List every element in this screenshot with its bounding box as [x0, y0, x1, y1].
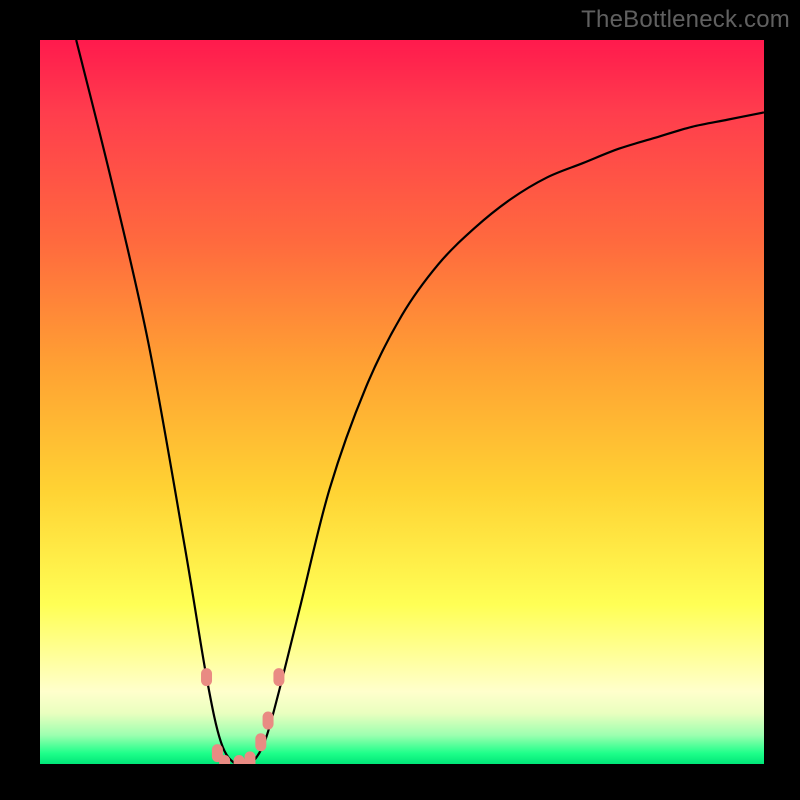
chart-frame: TheBottleneck.com: [0, 0, 800, 800]
curve-marker: [255, 733, 266, 751]
watermark-text: TheBottleneck.com: [581, 6, 790, 34]
bottleneck-curve: [76, 40, 764, 764]
plot-area: [40, 40, 764, 764]
curve-marker: [273, 668, 284, 686]
bottleneck-curve-svg: [40, 40, 764, 764]
curve-marker: [234, 755, 245, 764]
curve-marker: [201, 668, 212, 686]
curve-marker: [263, 712, 274, 730]
curve-marker: [244, 751, 255, 764]
